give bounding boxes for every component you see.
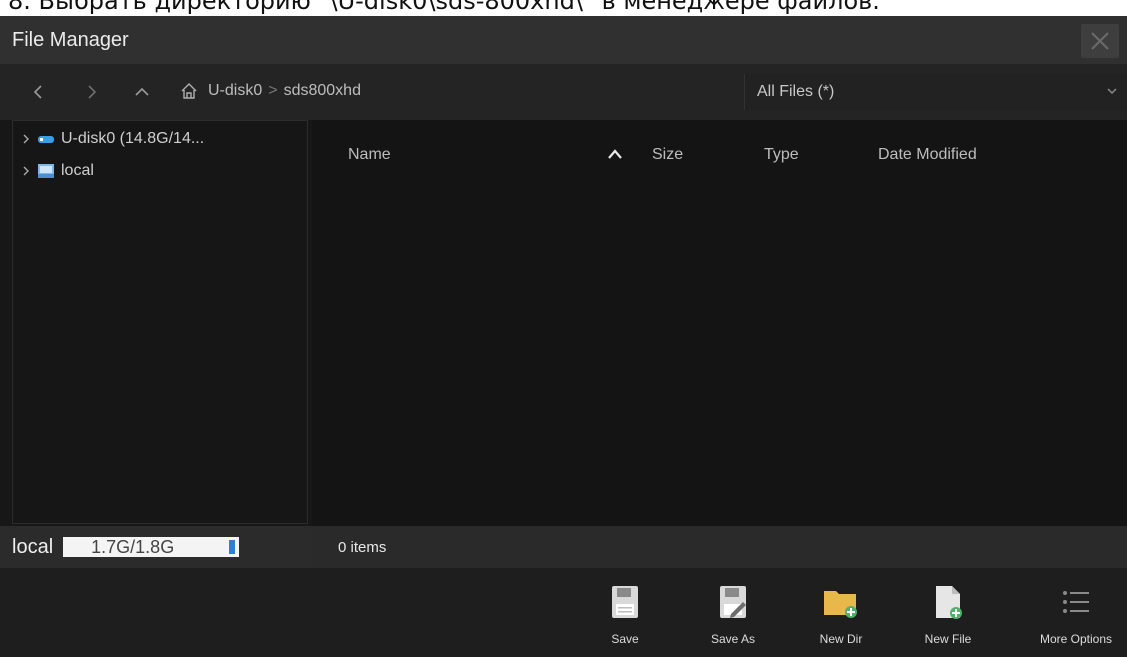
column-header-name[interactable]: Name bbox=[348, 146, 391, 164]
save-as-button[interactable]: Save As bbox=[688, 580, 778, 646]
chevron-down-icon bbox=[1107, 88, 1117, 95]
navigation-bar: U-disk0 > sds800xhd All Files (*) bbox=[0, 64, 1127, 120]
bottom-toolbar: Save Save As New Dir New File More Optio… bbox=[0, 568, 1127, 657]
tree-item-label: U-disk0 (14.8G/14... bbox=[61, 130, 205, 147]
breadcrumb-item-sds800xhd[interactable]: sds800xhd bbox=[284, 82, 361, 100]
local-drive-icon bbox=[37, 162, 55, 180]
save-as-icon bbox=[717, 580, 749, 624]
save-button[interactable]: Save bbox=[580, 580, 670, 646]
column-header-type[interactable]: Type bbox=[764, 146, 799, 164]
file-manager-window: File Manager U-disk0 > sds800xhd All Fil… bbox=[0, 16, 1127, 657]
chevron-up-icon bbox=[135, 87, 149, 96]
tree-item-label: local bbox=[61, 162, 94, 179]
column-header-date-modified[interactable]: Date Modified bbox=[878, 146, 977, 164]
file-list: Name Size Type Date Modified bbox=[312, 120, 1127, 526]
file-type-filter-dropdown[interactable]: All Files (*) bbox=[744, 74, 1127, 110]
new-file-icon bbox=[932, 580, 964, 624]
new-file-label: New File bbox=[924, 632, 972, 646]
home-button[interactable] bbox=[180, 82, 198, 100]
breadcrumb-separator: > bbox=[268, 82, 278, 99]
breadcrumb-item-u-disk0[interactable]: U-disk0 bbox=[208, 82, 262, 100]
storage-usage-marker bbox=[229, 540, 236, 554]
more-options-label: More Options bbox=[1039, 632, 1113, 646]
new-file-button[interactable]: New File bbox=[903, 580, 993, 646]
close-button[interactable] bbox=[1081, 24, 1119, 58]
storage-indicator: local 1.7G/1.8G bbox=[0, 526, 312, 568]
new-dir-label: New Dir bbox=[819, 632, 863, 646]
save-icon bbox=[609, 580, 641, 624]
save-as-label: Save As bbox=[710, 632, 756, 646]
usb-drive-icon bbox=[37, 133, 55, 145]
window-title: File Manager bbox=[12, 28, 129, 51]
close-icon bbox=[1091, 32, 1109, 50]
back-button[interactable] bbox=[26, 80, 50, 104]
new-dir-button[interactable]: New Dir bbox=[796, 580, 886, 646]
tree-item-local[interactable]: local bbox=[19, 159, 94, 183]
storage-label: local bbox=[12, 535, 54, 558]
expand-arrow-icon[interactable] bbox=[19, 165, 33, 177]
chevron-right-icon bbox=[88, 85, 97, 99]
directory-tree: U-disk0 (14.8G/14... local bbox=[12, 120, 308, 524]
save-label: Save bbox=[611, 632, 639, 646]
instruction-caption: 8. Выбрать директорию "\U-disk0\sds-800x… bbox=[8, 0, 880, 15]
breadcrumb: U-disk0 > sds800xhd bbox=[180, 82, 361, 100]
item-count: 0 items bbox=[338, 538, 387, 556]
title-bar: File Manager bbox=[0, 16, 1127, 64]
expand-arrow-icon[interactable] bbox=[19, 133, 33, 145]
list-menu-icon bbox=[1061, 580, 1091, 624]
forward-button[interactable] bbox=[80, 80, 104, 104]
home-icon bbox=[181, 83, 197, 99]
status-bar: 0 items bbox=[312, 526, 1127, 568]
more-options-button[interactable]: More Options bbox=[1026, 580, 1126, 646]
file-type-filter-value: All Files (*) bbox=[757, 83, 835, 100]
chevron-left-icon bbox=[33, 85, 42, 99]
new-folder-icon bbox=[822, 580, 860, 624]
storage-usage-text: 1.7G/1.8G bbox=[91, 536, 175, 557]
sort-ascending-icon[interactable] bbox=[606, 148, 624, 160]
up-button[interactable] bbox=[130, 80, 154, 104]
storage-usage-bar: 1.7G/1.8G bbox=[63, 536, 240, 557]
column-header-size[interactable]: Size bbox=[652, 146, 683, 164]
tree-item-u-disk0[interactable]: U-disk0 (14.8G/14... bbox=[19, 127, 204, 151]
